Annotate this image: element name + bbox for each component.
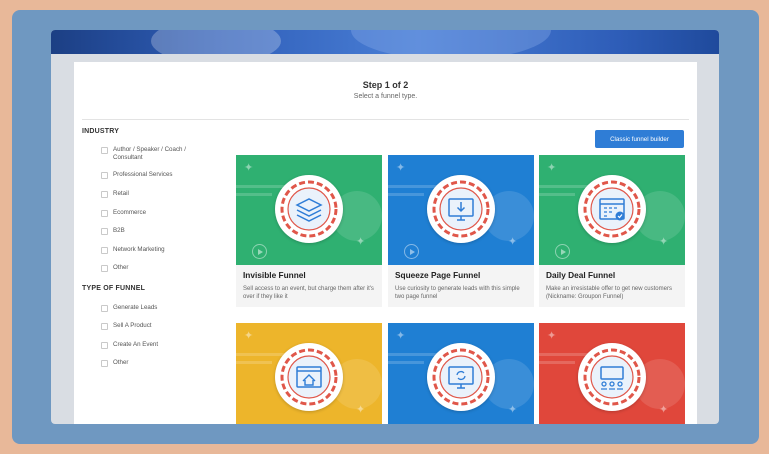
filter-industry-network-marketing[interactable]: Network Marketing — [101, 246, 203, 254]
download-monitor-icon — [427, 175, 495, 243]
filter-label: Network Marketing — [113, 246, 165, 253]
filter-type-sell-a-product[interactable]: Sell A Product — [101, 322, 203, 330]
filter-label: Sell A Product — [113, 322, 152, 329]
card-thumbnail: ✦ ✦ — [539, 323, 685, 424]
home-page-icon — [275, 343, 343, 411]
filter-label: Professional Services — [113, 171, 173, 178]
checkbox[interactable] — [101, 265, 108, 272]
funnel-card-4[interactable]: ✦ ✦ — [236, 323, 382, 424]
filter-label: Create An Event — [113, 341, 159, 348]
app-screen: Step 1 of 2 Select a funnel type. INDUST… — [51, 30, 719, 424]
checkbox[interactable] — [101, 305, 108, 312]
card-title: Squeeze Page Funnel — [395, 270, 481, 280]
filter-type-create-an-event[interactable]: Create An Event — [101, 341, 203, 349]
funnel-type-panel: Step 1 of 2 Select a funnel type. INDUST… — [74, 62, 697, 424]
card-thumbnail: ✦ ✦ — [236, 323, 382, 424]
card-description: Use curiosity to generate leads with thi… — [395, 286, 520, 300]
card-thumbnail: ✦ ✦ — [388, 323, 534, 424]
funnel-card-daily-deal[interactable]: ✦ ✦ Daily Deal Funnel Make an irresistabl… — [539, 155, 685, 307]
filter-industry-ecommerce[interactable]: Ecommerce — [101, 209, 203, 217]
step-title: Step 1 of 2 — [362, 80, 409, 90]
funnel-card-5[interactable]: ✦ ✦ — [388, 323, 534, 424]
card-description: Make an irresistable offer to get new cu… — [546, 286, 672, 300]
checkbox[interactable] — [101, 210, 108, 217]
filter-industry-b2b[interactable]: B2B — [101, 227, 203, 235]
checkbox[interactable] — [101, 247, 108, 254]
filter-industry-other[interactable]: Other — [101, 264, 203, 272]
checkbox[interactable] — [101, 228, 108, 235]
play-icon[interactable] — [404, 244, 419, 259]
card-title: Daily Deal Funnel — [546, 270, 616, 280]
funnel-card-invisible[interactable]: ✦ ✦ Invisible Funnel Sell access to an ev… — [236, 155, 382, 307]
checkbox[interactable] — [101, 323, 108, 330]
filter-label: Ecommerce — [113, 209, 147, 216]
filter-industry-author[interactable]: Author / Speaker / Coach / Consultant — [101, 146, 203, 162]
filter-label: Retail — [113, 190, 129, 197]
checkbox[interactable] — [101, 342, 108, 349]
layers-icon — [275, 175, 343, 243]
funnel-card-6[interactable]: ✦ ✦ — [539, 323, 685, 424]
checkbox[interactable] — [101, 360, 108, 367]
filter-label: Other — [113, 264, 129, 271]
step-subtitle: Select a funnel type. — [353, 93, 418, 100]
header-banner — [51, 30, 719, 54]
refresh-monitor-icon — [427, 343, 495, 411]
card-title: Invisible Funnel — [243, 270, 306, 280]
play-icon[interactable] — [252, 244, 267, 259]
card-description: Sell access to an event, but charge them… — [243, 286, 374, 300]
checkbox[interactable] — [101, 172, 108, 179]
play-icon[interactable] — [555, 244, 570, 259]
presentation-icon — [578, 343, 646, 411]
checkbox[interactable] — [101, 147, 108, 154]
funnel-card-squeeze-page[interactable]: ✦ ✦ Squeeze Page Funnel Use curiosity to … — [388, 155, 534, 307]
divider — [82, 119, 689, 120]
filter-industry-professional-services[interactable]: Professional Services — [101, 171, 203, 179]
card-thumbnail: ✦ ✦ — [539, 155, 685, 265]
calendar-check-icon — [578, 175, 646, 243]
industry-heading: INDUSTRY — [82, 128, 120, 135]
filter-label: Other — [113, 359, 129, 366]
checkbox[interactable] — [101, 191, 108, 198]
filter-type-other[interactable]: Other — [101, 359, 203, 367]
filter-industry-retail[interactable]: Retail — [101, 190, 203, 198]
filter-type-generate-leads[interactable]: Generate Leads — [101, 304, 203, 312]
card-thumbnail: ✦ ✦ — [388, 155, 534, 265]
filter-label: Generate Leads — [113, 304, 158, 311]
classic-funnel-builder-button[interactable]: Classic funnel builder — [595, 130, 684, 148]
card-thumbnail: ✦ ✦ — [236, 155, 382, 265]
filter-label: B2B — [113, 227, 125, 234]
filter-label: Author / Speaker / Coach / Consultant — [113, 146, 186, 161]
type-of-funnel-heading: TYPE OF FUNNEL — [82, 285, 146, 292]
